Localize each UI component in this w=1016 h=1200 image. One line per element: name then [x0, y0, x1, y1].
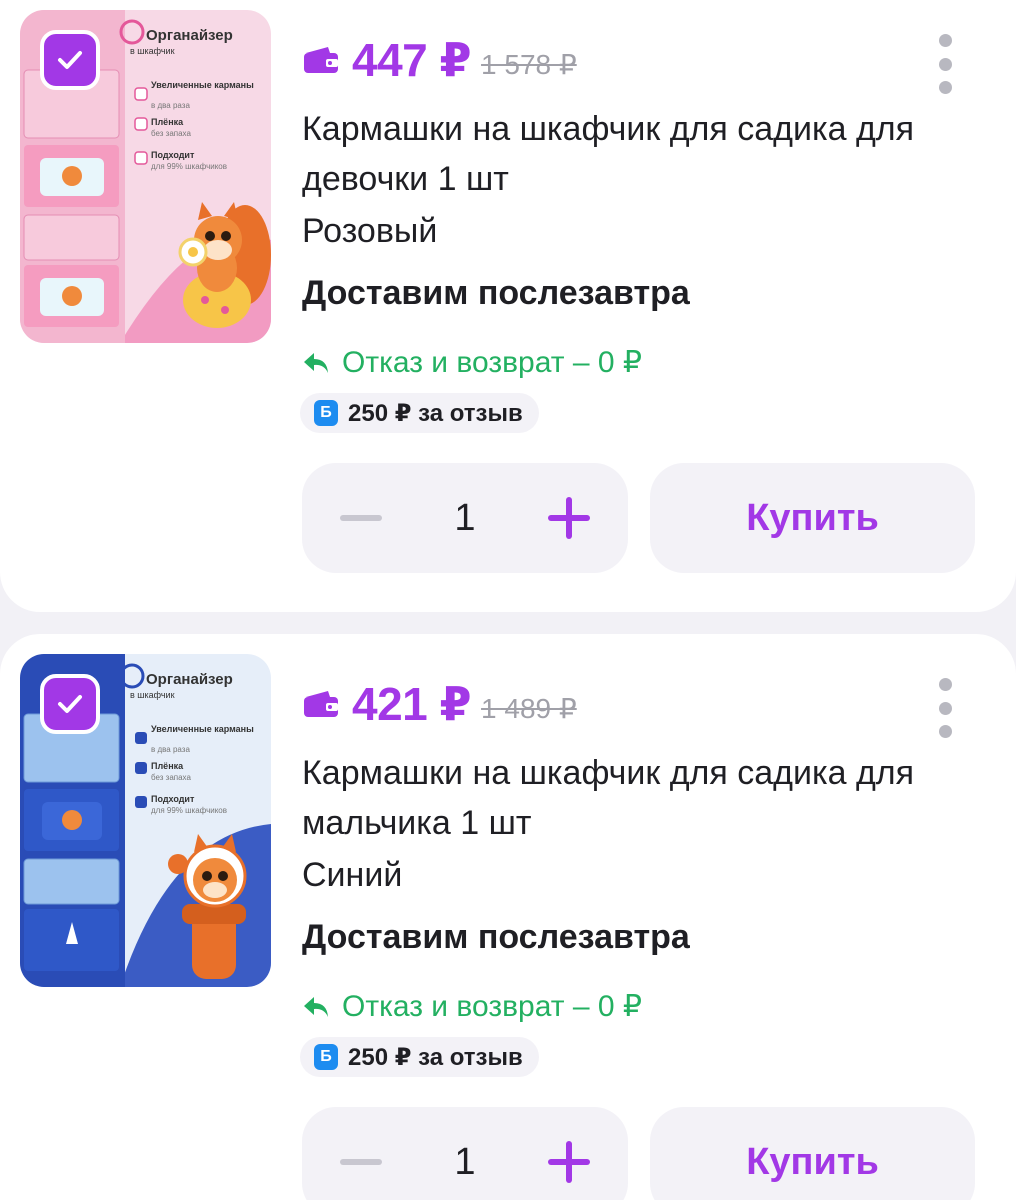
product-image[interactable]: Органайзер в шкафчик Увеличенные карманы…: [20, 10, 271, 343]
feature-title: Увеличенные карманы: [151, 80, 254, 90]
product-color: Синий: [302, 856, 403, 894]
bonus-icon: Б: [314, 1044, 338, 1070]
feature-title: Увеличенные карманы: [151, 724, 254, 734]
cart-item-card: Органайзер в шкафчик Увеличенные карманы…: [0, 634, 1016, 1200]
more-menu-icon[interactable]: [936, 34, 954, 94]
feature-title: Плёнка: [151, 117, 184, 127]
select-checkbox[interactable]: [40, 674, 100, 734]
quantity-stepper: 1: [302, 1107, 628, 1200]
return-info[interactable]: Отказ и возврат – 0 ₽: [302, 989, 642, 1024]
feature-sub: без запаха: [151, 129, 191, 138]
feature-sub: в два раза: [151, 101, 190, 110]
return-arrow-icon: [304, 996, 328, 1017]
brand-text: Органайзер: [146, 671, 233, 688]
decrease-button[interactable]: [340, 1159, 382, 1165]
return-arrow-icon: [304, 352, 328, 373]
bonus-text: 250 ₽ за отзыв: [348, 1043, 523, 1071]
old-price: 1 578 ₽: [481, 48, 577, 80]
feature-sub: в два раза: [151, 745, 190, 754]
price-row: 421 ₽ 1 489 ₽: [302, 674, 577, 734]
current-price: 447 ₽: [352, 34, 472, 86]
feature-sub: для 99% шкафчиков: [151, 162, 227, 171]
feature-title: Плёнка: [151, 761, 184, 771]
current-price: 421 ₽: [352, 678, 472, 730]
wallet-icon: [304, 691, 338, 717]
review-bonus-badge[interactable]: Б 250 ₽ за отзыв: [300, 393, 539, 433]
decrease-button[interactable]: [340, 515, 382, 521]
select-checkbox[interactable]: [40, 30, 100, 90]
wallet-icon: [304, 47, 338, 73]
feature-title: Подходит: [151, 794, 195, 804]
brand-text: Органайзер: [146, 27, 233, 44]
quantity-stepper: 1: [302, 463, 628, 573]
more-menu-icon[interactable]: [936, 678, 954, 738]
product-color: Розовый: [302, 212, 438, 250]
buy-button[interactable]: Купить: [650, 1107, 975, 1200]
checkmark-icon: [58, 51, 82, 69]
delivery-info: Доставим послезавтра: [302, 918, 690, 956]
cart-item-card: Органайзер в шкафчик Увеличенные карманы…: [0, 0, 1016, 612]
buy-button[interactable]: Купить: [650, 463, 975, 573]
product-image[interactable]: Органайзер в шкафчик Увеличенные карманы…: [20, 654, 271, 987]
bonus-icon: Б: [314, 400, 338, 426]
checkmark-icon: [58, 695, 82, 713]
feature-sub: без запаха: [151, 773, 191, 782]
quantity-value: 1: [454, 1140, 476, 1183]
increase-button[interactable]: [547, 1141, 590, 1183]
feature-title: Подходит: [151, 150, 195, 160]
return-text: Отказ и возврат – 0 ₽: [342, 990, 642, 1023]
quantity-value: 1: [454, 496, 476, 539]
delivery-info: Доставим послезавтра: [302, 274, 690, 312]
feature-sub: для 99% шкафчиков: [151, 806, 227, 815]
bonus-text: 250 ₽ за отзыв: [348, 399, 523, 427]
review-bonus-badge[interactable]: Б 250 ₽ за отзыв: [300, 1037, 539, 1077]
increase-button[interactable]: [547, 497, 590, 539]
brand-sub-text: в шкафчик: [130, 690, 175, 700]
old-price: 1 489 ₽: [481, 692, 577, 724]
product-title[interactable]: Кармашки на шкафчик для садика для девоч…: [302, 104, 942, 204]
product-title[interactable]: Кармашки на шкафчик для садика для мальч…: [302, 748, 942, 848]
return-text: Отказ и возврат – 0 ₽: [342, 346, 642, 379]
return-info[interactable]: Отказ и возврат – 0 ₽: [302, 345, 642, 380]
price-row: 447 ₽ 1 578 ₽: [302, 30, 577, 90]
brand-sub-text: в шкафчик: [130, 46, 175, 56]
